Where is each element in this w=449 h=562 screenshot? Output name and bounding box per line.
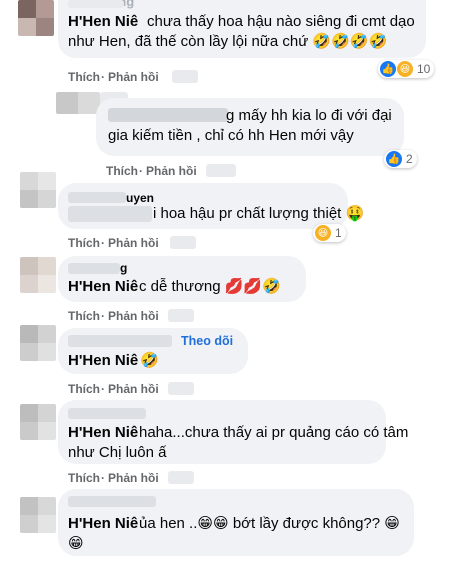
avatar[interactable] — [20, 172, 56, 208]
comment-text: 😁 — [68, 535, 84, 552]
avatar[interactable] — [18, 0, 54, 36]
comment-author[interactable]: H'Hen Niê — [68, 514, 138, 533]
comment-text: i hoa hậu pr chất lượng thiệt 🤑 — [153, 205, 365, 222]
blurred-timestamp — [168, 471, 194, 484]
like-link[interactable]: Thích — [68, 70, 100, 84]
blurred-timestamp — [168, 309, 194, 322]
dot-separator: · — [101, 70, 105, 84]
reply-link[interactable]: Phản hồi — [108, 382, 159, 396]
like-reaction-icon: 👍 — [380, 61, 396, 77]
reply-link[interactable]: Phản hồi — [108, 236, 159, 250]
dot-separator: · — [101, 309, 105, 323]
blurred-timestamp — [206, 164, 236, 177]
dot-separator: · — [101, 236, 105, 250]
comment-author-partial[interactable]: g — [120, 259, 127, 278]
reaction-count: 2 — [406, 152, 413, 166]
comment-author[interactable]: H'Hen Niê — [68, 423, 138, 442]
haha-reaction-icon: 😆 — [315, 225, 331, 241]
comment-text: như Chị luôn ấ — [68, 444, 167, 461]
like-link[interactable]: Thích — [106, 164, 138, 178]
comment-author[interactable]: H'Hen Niê — [68, 351, 138, 370]
comment-author[interactable]: H'Hen Niê — [68, 12, 138, 31]
dot-separator: · — [101, 382, 105, 396]
blurred-name — [68, 263, 120, 274]
avatar[interactable] — [20, 257, 56, 293]
reply-link[interactable]: Phản hồi — [108, 70, 159, 84]
follow-link[interactable]: Theo dõi — [181, 334, 233, 348]
blurred-name — [68, 206, 152, 222]
avatar[interactable] — [20, 325, 56, 361]
haha-reaction-icon: 😆 — [397, 61, 413, 77]
comment-text: gia kiếm tiền , chỉ có hh Hen mới vậy — [108, 127, 354, 144]
comment-text: haha...chưa thấy ai pr quảng cáo có tâm — [139, 424, 409, 441]
like-link[interactable]: Thích — [68, 236, 100, 250]
blurred-timestamp — [168, 382, 194, 395]
comment-text: g mấy hh kia lo đi với đại — [226, 107, 392, 124]
blurred-timestamp — [170, 236, 196, 249]
reaction-summary[interactable]: 👍 😆 10 — [378, 60, 435, 78]
comment-author[interactable]: H'Hen Niê — [68, 277, 138, 296]
avatar[interactable] — [20, 404, 56, 440]
like-reaction-icon: 👍 — [386, 151, 402, 167]
blurred-name — [68, 0, 124, 8]
dot-separator: · — [139, 164, 143, 178]
avatar[interactable] — [56, 92, 100, 114]
reaction-count: 10 — [417, 62, 431, 76]
reply-link[interactable]: Phản hồi — [108, 471, 159, 485]
comment-text: ủa hen ..😁😁 bớt lầy được không?? 😁 — [139, 515, 400, 532]
blurred-name — [68, 335, 172, 347]
comment-text: c dễ thương 💋💋🤣 — [139, 278, 281, 295]
reaction-summary[interactable]: 😆 1 — [313, 224, 346, 242]
reaction-count: 1 — [335, 226, 342, 240]
like-link[interactable]: Thích — [68, 309, 100, 323]
comment-text: chưa thấy hoa hậu nào siêng đi cmt dạo — [147, 13, 415, 30]
reply-link[interactable]: Phản hồi — [146, 164, 197, 178]
like-link[interactable]: Thích — [68, 471, 100, 485]
blurred-timestamp — [172, 70, 198, 83]
dot-separator: · — [101, 471, 105, 485]
like-link[interactable]: Thích — [68, 382, 100, 396]
reaction-summary[interactable]: 👍 2 — [384, 150, 417, 168]
reply-link[interactable]: Phản hồi — [108, 309, 159, 323]
comment-text: như Hen, đã thế còn lầy lội nữa chứ 🤣🤣🤣🤣 — [68, 33, 388, 50]
blurred-name — [68, 496, 156, 507]
blurred-name — [68, 192, 126, 203]
avatar[interactable] — [20, 497, 56, 533]
blurred-name — [108, 108, 228, 122]
comment-text: 🤣 — [140, 352, 159, 369]
blurred-name — [68, 408, 146, 419]
